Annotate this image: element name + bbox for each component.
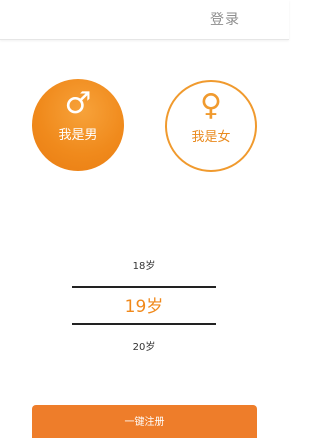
age-option-selected[interactable]: 19岁 — [72, 295, 216, 319]
top-bar: 登录 — [0, 0, 289, 40]
age-option-next[interactable]: 20岁 — [72, 341, 216, 355]
male-icon: ♂ — [64, 86, 92, 121]
gender-female-button[interactable]: ♀ 我是女 — [165, 80, 257, 172]
register-screen: 登录 ♂ 我是男 ♀ 我是女 18岁 19岁 20岁 一键注册 — [0, 0, 289, 438]
age-option-prev[interactable]: 18岁 — [72, 260, 216, 274]
female-icon: ♀ — [200, 88, 222, 123]
gender-male-button[interactable]: ♂ 我是男 — [32, 79, 124, 171]
picker-divider-bottom — [72, 323, 216, 325]
one-click-register-button[interactable]: 一键注册 — [32, 405, 257, 438]
picker-divider-top — [72, 286, 216, 288]
gender-male-label: 我是男 — [58, 128, 98, 143]
gender-female-label: 我是女 — [191, 130, 231, 145]
login-link[interactable]: 登录 — [210, 10, 240, 30]
age-picker[interactable]: 18岁 19岁 20岁 — [72, 255, 216, 360]
